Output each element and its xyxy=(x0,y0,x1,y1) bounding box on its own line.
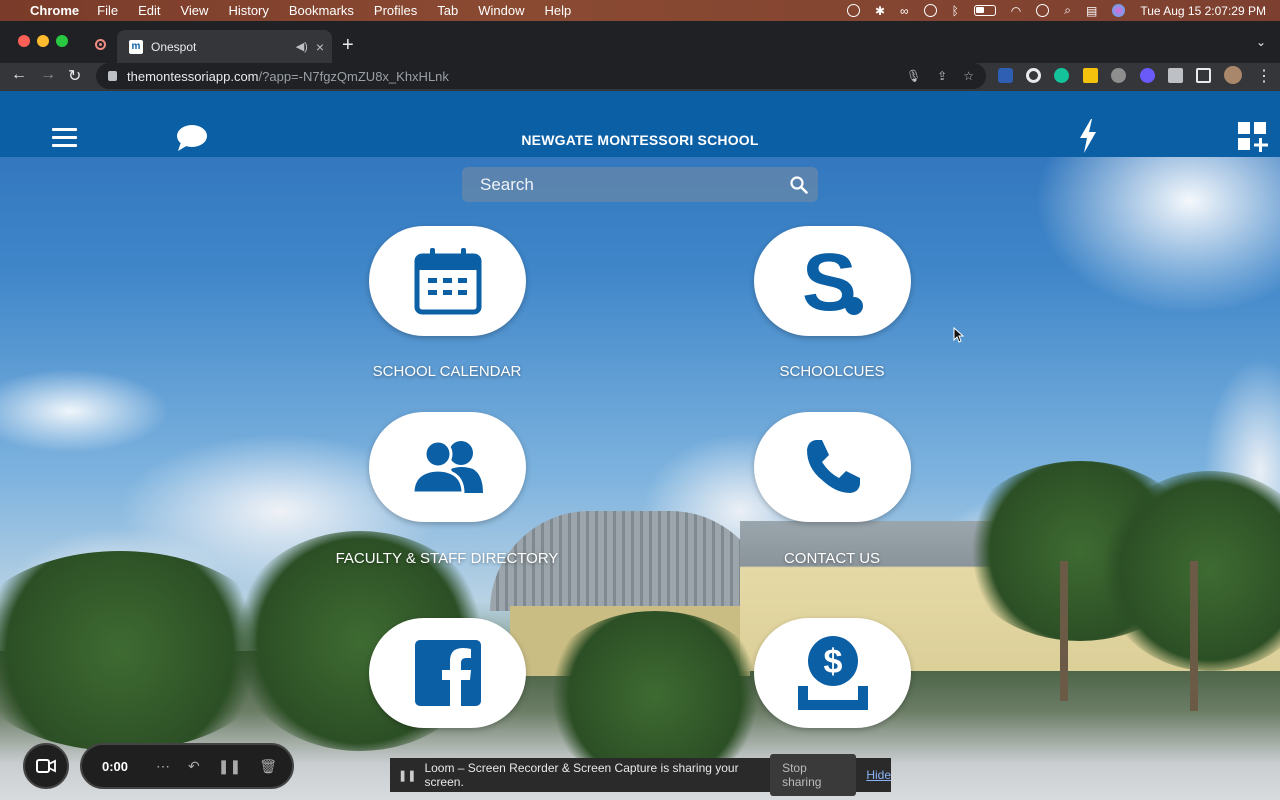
schoolcues-tile[interactable]: S xyxy=(754,226,911,336)
spotlight-search-icon[interactable]: ⌕ xyxy=(1064,3,1071,18)
background-palm xyxy=(540,611,770,781)
reload-icon[interactable]: ↻ xyxy=(68,66,81,86)
hide-button[interactable]: Hide xyxy=(866,768,891,782)
background-palm-trunk xyxy=(1060,561,1068,701)
profile-avatar[interactable] xyxy=(1224,66,1242,84)
stop-sharing-button[interactable]: Stop sharing xyxy=(770,754,857,796)
drawing-tool-icon[interactable]: ⋯ xyxy=(156,758,170,775)
school-calendar-tile[interactable] xyxy=(369,226,526,336)
lock-icon[interactable] xyxy=(108,71,117,81)
search-icon[interactable] xyxy=(790,176,808,194)
share-message: Loom – Screen Recorder & Screen Capture … xyxy=(424,761,739,789)
menu-history[interactable]: History xyxy=(228,3,268,18)
menu-window[interactable]: Window xyxy=(478,3,524,18)
trash-icon[interactable]: 🗑 xyxy=(259,758,277,775)
time-machine-icon[interactable] xyxy=(1036,4,1050,17)
extensions-puzzle-icon[interactable] xyxy=(1168,68,1183,83)
recording-timer: 0:00 xyxy=(102,758,129,774)
share-icon[interactable]: ⇪ xyxy=(937,69,947,83)
forward-arrow-icon[interactable]: → xyxy=(40,66,56,84)
menu-view[interactable]: View xyxy=(180,3,208,18)
schoolcues-icon: S xyxy=(802,244,863,318)
recording-tab-icon[interactable] xyxy=(95,39,106,50)
video-camera-icon xyxy=(36,759,56,773)
siri-icon[interactable] xyxy=(1112,4,1126,17)
gear-icon[interactable]: ✱ xyxy=(875,4,885,18)
tab-search-chevron-icon[interactable]: ⌄ xyxy=(1256,35,1266,49)
bluetooth-icon[interactable]: ᛒ xyxy=(952,4,959,18)
mouse-cursor-icon xyxy=(953,327,965,343)
menu-file[interactable]: File xyxy=(97,3,118,18)
people-icon xyxy=(410,439,483,495)
address-bar[interactable]: themontessoriapp.com /?app=-N7fgzQmZU8x_… xyxy=(96,63,986,89)
app-page: NEWGATE MONTESSORI SCHOOL SCHOOL xyxy=(0,91,1280,800)
contact-us-label[interactable]: CONTACT US xyxy=(712,549,952,568)
svg-text:$: $ xyxy=(823,643,842,681)
browser-tab-strip: m Onespot ◀) × + ⌄ xyxy=(0,21,1280,63)
search-input[interactable] xyxy=(480,174,770,195)
ad-extension-icon[interactable] xyxy=(1083,68,1098,83)
facebook-icon xyxy=(414,640,481,706)
battery-icon[interactable] xyxy=(973,5,996,16)
chrome-menu-icon[interactable]: ⋮ xyxy=(1256,66,1272,86)
add-widget-grid-icon[interactable] xyxy=(1238,122,1268,152)
menu-app-name[interactable]: Chrome xyxy=(30,3,79,18)
faculty-staff-directory-tile[interactable] xyxy=(369,412,526,522)
app-header: NEWGATE MONTESSORI SCHOOL xyxy=(0,91,1280,157)
schoolcues-label[interactable]: SCHOOLCUES xyxy=(712,362,952,381)
screen-share-notification: ❚❚ Loom – Screen Recorder & Screen Captu… xyxy=(390,754,891,796)
grammarly-extension-icon[interactable] xyxy=(1054,68,1069,83)
zoom-window-button[interactable] xyxy=(56,35,68,47)
close-window-button[interactable] xyxy=(18,35,30,47)
bitwarden-extension-icon[interactable] xyxy=(998,68,1013,83)
school-calendar-label[interactable]: SCHOOL CALENDAR xyxy=(327,362,567,381)
drag-handle-icon[interactable]: ❚❚ xyxy=(398,769,416,782)
wifi-icon[interactable]: ◠ xyxy=(1011,4,1021,18)
close-tab-icon[interactable]: × xyxy=(316,39,324,55)
facebook-tile[interactable] xyxy=(369,618,526,728)
k-extension-icon[interactable] xyxy=(1111,68,1126,83)
contact-us-tile[interactable] xyxy=(754,412,911,522)
mac-menu-bar: Chrome File Edit View History Bookmarks … xyxy=(0,0,1280,21)
menu-bookmarks[interactable]: Bookmarks xyxy=(289,3,354,18)
loom-extension-icon[interactable] xyxy=(1026,68,1041,83)
background-palm-trunk xyxy=(1190,561,1198,711)
glasses-icon[interactable]: ∞ xyxy=(900,4,909,18)
url-host: themontessoriapp.com xyxy=(127,68,259,84)
menu-clock[interactable]: Tue Aug 15 2:07:29 PM xyxy=(1140,4,1266,18)
phone-icon xyxy=(806,440,860,493)
tab-onespot[interactable]: m Onespot ◀) × xyxy=(117,30,332,63)
control-center-icon[interactable]: ▤ xyxy=(1086,4,1097,18)
menu-tab[interactable]: Tab xyxy=(437,3,458,18)
payment-tile[interactable]: $ xyxy=(754,618,911,728)
lightning-bolt-icon[interactable] xyxy=(1078,119,1098,153)
side-panel-icon[interactable] xyxy=(1196,68,1211,83)
new-tab-button[interactable]: + xyxy=(342,34,354,57)
audio-muted-icon[interactable]: ◀) xyxy=(296,40,308,53)
sparkle-extension-icon[interactable] xyxy=(1140,68,1155,83)
search-box[interactable] xyxy=(462,167,818,202)
pause-icon[interactable]: ❚❚ xyxy=(218,758,241,775)
back-arrow-icon[interactable]: ← xyxy=(11,66,27,84)
faculty-staff-directory-label[interactable]: FACULTY & STAFF DIRECTORY xyxy=(327,549,567,568)
undo-icon[interactable]: ↶ xyxy=(188,758,200,775)
loom-camera-button[interactable] xyxy=(23,743,69,789)
url-path: /?app=-N7fgzQmZU8x_KhxHLnk xyxy=(258,68,449,84)
menu-help[interactable]: Help xyxy=(545,3,572,18)
menu-edit[interactable]: Edit xyxy=(138,3,160,18)
calendar-icon xyxy=(414,248,481,315)
payment-icon: $ xyxy=(797,636,868,710)
browser-toolbar: ← → ↻ themontessoriapp.com /?app=-N7fgzQ… xyxy=(0,63,1280,91)
play-icon[interactable] xyxy=(923,4,937,17)
loom-control-bar: 0:00 ⋯ ↶ ❚❚ 🗑 xyxy=(80,743,294,789)
microphone-icon[interactable]: 🎙 xyxy=(906,69,921,83)
creative-cloud-icon[interactable] xyxy=(846,4,860,17)
menu-profiles[interactable]: Profiles xyxy=(374,3,417,18)
minimize-window-button[interactable] xyxy=(37,35,49,47)
bookmark-star-icon[interactable]: ☆ xyxy=(963,69,974,83)
tab-title: Onespot xyxy=(151,39,197,54)
onespot-favicon-icon: m xyxy=(129,39,143,54)
